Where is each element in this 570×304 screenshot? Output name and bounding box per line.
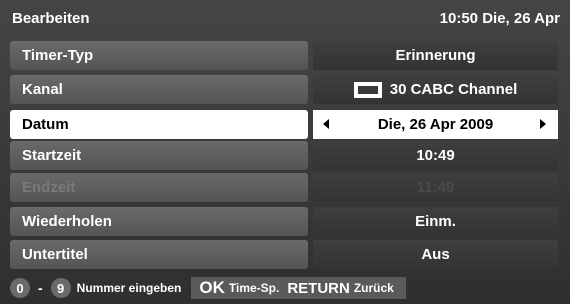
row-timer-type[interactable]: Timer-Typ Erinnerung <box>10 41 558 70</box>
date-value[interactable]: Die, 26 Apr 2009 <box>313 110 558 139</box>
key-range-separator: - <box>38 280 43 296</box>
end-time-label: Endzeit <box>10 173 308 202</box>
repeat-label: Wiederholen <box>10 207 308 236</box>
row-subtitles[interactable]: Untertitel Aus <box>10 240 558 269</box>
channel-name: 30 CABC Channel <box>389 81 518 98</box>
timer-type-value[interactable]: Erinnerung <box>313 41 558 70</box>
footer-help-bar: 0 - 9 Nummer eingeben OK Time-Sp. RETURN… <box>10 276 558 300</box>
ok-help-text: Time-Sp. <box>228 281 280 295</box>
ok-return-hint: OK Time-Sp. RETURN Zurück <box>191 277 406 299</box>
row-channel[interactable]: Kanal 30 CABC Channel <box>10 75 558 104</box>
date-label: Datum <box>10 110 308 139</box>
arrow-left-icon[interactable] <box>323 119 329 129</box>
return-help-text: Zurück <box>353 281 394 295</box>
channel-value[interactable]: 30 CABC Channel <box>313 75 558 104</box>
return-key[interactable]: RETURN <box>287 280 350 297</box>
channel-label: Kanal <box>10 75 308 104</box>
start-time-value[interactable]: 10:49 <box>313 141 558 170</box>
row-repeat[interactable]: Wiederholen Einm. <box>10 207 558 236</box>
row-date[interactable]: Datum Die, 26 Apr 2009 <box>10 110 558 139</box>
date-text: Die, 26 Apr 2009 <box>377 116 494 133</box>
key-9-button[interactable]: 9 <box>50 278 71 298</box>
number-help-text: Nummer eingeben <box>76 281 182 295</box>
dialog-title: Bearbeiten <box>12 9 90 27</box>
key-0-button[interactable]: 0 <box>10 278 30 298</box>
repeat-value[interactable]: Einm. <box>313 207 558 236</box>
row-start-time[interactable]: Startzeit 10:49 <box>10 141 558 170</box>
header-datetime: 10:50 Die, 26 Apr <box>439 9 560 27</box>
dialog-header: Bearbeiten 10:50 Die, 26 Apr <box>0 0 570 36</box>
tv-channel-icon <box>353 81 382 98</box>
subtitles-value[interactable]: Aus <box>313 240 558 269</box>
edit-timer-dialog: Bearbeiten 10:50 Die, 26 Apr Timer-Typ E… <box>0 0 570 304</box>
subtitles-label: Untertitel <box>10 240 308 269</box>
timer-type-label: Timer-Typ <box>10 41 308 70</box>
arrow-right-icon[interactable] <box>540 119 546 129</box>
start-time-label: Startzeit <box>10 141 308 170</box>
end-time-value: 11:49 <box>313 173 558 202</box>
row-end-time: Endzeit 11:49 <box>10 173 558 202</box>
ok-key[interactable]: OK <box>199 278 225 298</box>
